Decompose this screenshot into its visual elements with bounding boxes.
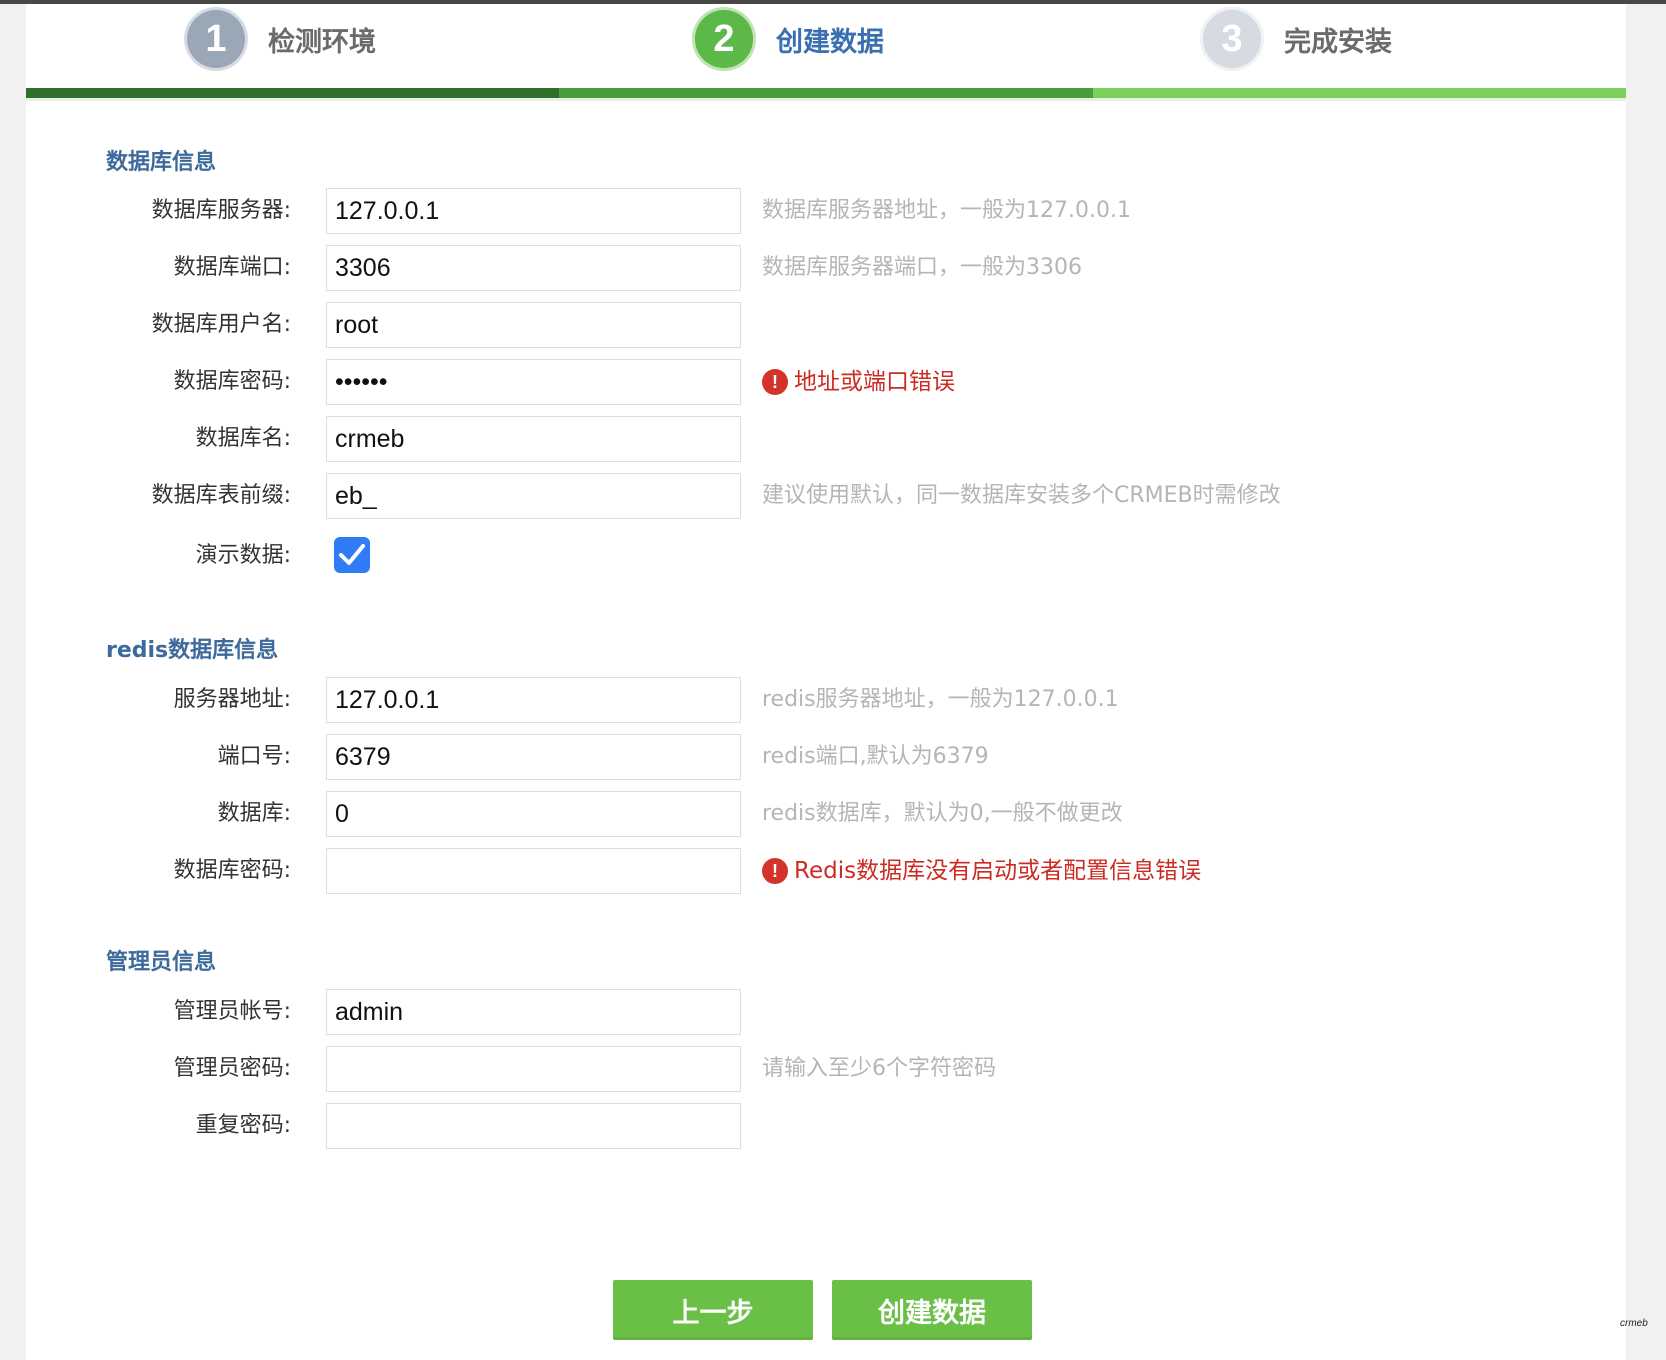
section-title-database: 数据库信息 (106, 150, 217, 175)
install-panel: 1 检测环境 2 创建数据 3 完成安装 数据库信息 数据库服务器: 数据库服务… (26, 4, 1626, 1360)
form-row-db-port: 数据库端口: 数据库服务器端口，一般为3306 (26, 245, 1626, 291)
admin-account-input[interactable] (326, 989, 741, 1035)
db-password-label: 数据库密码: (173, 369, 291, 394)
progress-segment-1 (26, 88, 560, 98)
form-row-db-prefix: 数据库表前缀: 建议使用默认，同一数据库安装多个CRMEB时需修改 (26, 473, 1626, 519)
form-row-redis-port: 端口号: redis端口,默认为6379 (26, 734, 1626, 780)
redis-password-label: 数据库密码: (173, 858, 291, 883)
db-name-label: 数据库名: (195, 426, 291, 451)
redis-password-error: ! Redis数据库没有启动或者配置信息错误 (762, 848, 1201, 894)
db-host-hint: 数据库服务器地址，一般为127.0.0.1 (762, 198, 1131, 223)
section-title-redis: redis数据库信息 (106, 638, 279, 663)
form-row-redis-password: 数据库密码: ! Redis数据库没有启动或者配置信息错误 (26, 848, 1626, 894)
progress-underline (26, 98, 1626, 101)
repeat-password-label: 重复密码: (195, 1113, 291, 1138)
redis-db-input[interactable] (326, 791, 741, 837)
form-row-db-host: 数据库服务器: 数据库服务器地址，一般为127.0.0.1 (26, 188, 1626, 234)
db-password-error-text: 地址或端口错误 (794, 369, 955, 395)
db-port-label: 数据库端口: (173, 255, 291, 280)
db-password-error: ! 地址或端口错误 (762, 359, 955, 405)
demo-data-label: 演示数据: (195, 543, 291, 568)
progress-bar (26, 88, 1626, 104)
progress-segment-3 (1092, 88, 1626, 98)
db-prefix-label: 数据库表前缀: (151, 483, 291, 508)
db-host-label: 数据库服务器: (151, 198, 291, 223)
redis-port-input[interactable] (326, 734, 741, 780)
redis-host-hint: redis服务器地址，一般为127.0.0.1 (762, 687, 1119, 712)
admin-password-label: 管理员密码: (173, 1056, 291, 1081)
redis-password-error-text: Redis数据库没有启动或者配置信息错误 (794, 858, 1202, 884)
form-row-demo-data: 演示数据: (26, 533, 1626, 579)
redis-password-input[interactable] (326, 848, 741, 894)
step-2-number: 2 (692, 7, 756, 71)
form-row-admin-password: 管理员密码: 请输入至少6个字符密码 (26, 1046, 1626, 1092)
step-2-label: 创建数据 (776, 26, 884, 58)
crmeb-watermark: crmeb (1620, 1318, 1648, 1329)
section-title-admin: 管理员信息 (106, 950, 217, 975)
db-port-input[interactable] (326, 245, 741, 291)
form-row-db-password: 数据库密码: ! 地址或端口错误 (26, 359, 1626, 405)
redis-db-hint: redis数据库，默认为0,一般不做更改 (762, 801, 1123, 826)
form-row-redis-host: 服务器地址: redis服务器地址，一般为127.0.0.1 (26, 677, 1626, 723)
step-2: 2 创建数据 (692, 6, 884, 72)
repeat-password-input[interactable] (326, 1103, 741, 1149)
form-row-db-name: 数据库名: (26, 416, 1626, 462)
create-data-button[interactable]: 创建数据 (832, 1280, 1032, 1340)
form-row-admin-account: 管理员帐号: (26, 989, 1626, 1035)
prev-step-button[interactable]: 上一步 (613, 1280, 813, 1340)
error-icon: ! (762, 858, 788, 884)
error-icon: ! (762, 369, 788, 395)
step-3-label: 完成安装 (1284, 26, 1392, 58)
form-row-redis-db: 数据库: redis数据库，默认为0,一般不做更改 (26, 791, 1626, 837)
step-3: 3 完成安装 (1200, 6, 1392, 72)
step-1: 1 检测环境 (184, 6, 376, 72)
db-prefix-input[interactable] (326, 473, 741, 519)
redis-port-label: 端口号: (217, 744, 291, 769)
admin-password-hint: 请输入至少6个字符密码 (762, 1056, 996, 1081)
redis-db-label: 数据库: (217, 801, 291, 826)
progress-segment-2 (559, 88, 1093, 98)
db-password-input[interactable] (326, 359, 741, 405)
redis-host-input[interactable] (326, 677, 741, 723)
demo-data-checkbox[interactable] (334, 537, 370, 573)
step-1-number: 1 (184, 7, 248, 71)
db-name-input[interactable] (326, 416, 741, 462)
step-indicator: 1 检测环境 2 创建数据 3 完成安装 (26, 4, 1626, 101)
db-host-input[interactable] (326, 188, 741, 234)
db-user-input[interactable] (326, 302, 741, 348)
checkmark-icon (339, 544, 365, 565)
admin-account-label: 管理员帐号: (173, 999, 291, 1024)
form-row-db-user: 数据库用户名: (26, 302, 1626, 348)
db-user-label: 数据库用户名: (151, 312, 291, 337)
step-3-number: 3 (1200, 7, 1264, 71)
redis-port-hint: redis端口,默认为6379 (762, 744, 989, 769)
step-1-label: 检测环境 (268, 26, 376, 58)
db-port-hint: 数据库服务器端口，一般为3306 (762, 255, 1082, 280)
db-prefix-hint: 建议使用默认，同一数据库安装多个CRMEB时需修改 (762, 483, 1281, 508)
redis-host-label: 服务器地址: (173, 687, 291, 712)
form-row-repeat-password: 重复密码: (26, 1103, 1626, 1149)
admin-password-input[interactable] (326, 1046, 741, 1092)
